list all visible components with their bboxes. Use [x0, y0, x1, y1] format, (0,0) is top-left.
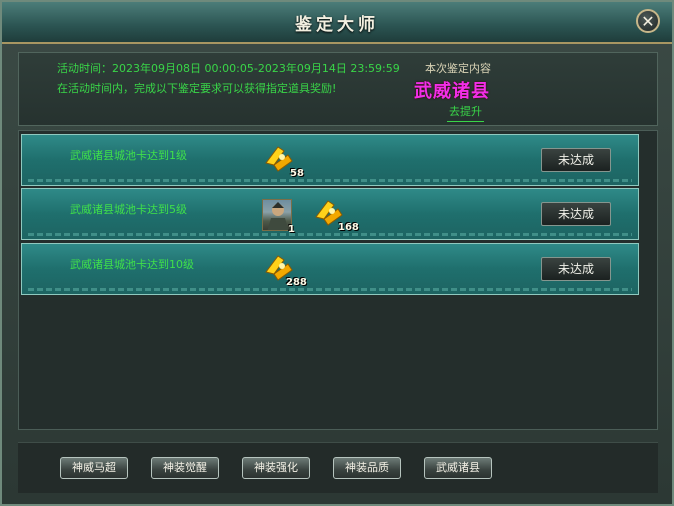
appraisal-master-window: 鉴定大师 ✕ 活动时间：2023年09月08日 00:00:05-2023年09… [0, 0, 674, 506]
appraisal-target-name: 武威诸县 [414, 81, 490, 102]
reward-count: 168 [338, 222, 359, 233]
close-icon[interactable]: ✕ [636, 9, 660, 33]
activity-instruction: 在活动时间内，完成以下鉴定要求可以获得指定道具奖励! [57, 82, 337, 95]
go-upgrade-link[interactable]: 去提升 [447, 103, 484, 122]
tab-equip-enhance[interactable]: 神装强化 [242, 457, 310, 479]
reward-count: 288 [286, 277, 307, 288]
tab-wuwei-county[interactable]: 武威诸县 [424, 457, 492, 479]
task-row: 武威诸县城池卡达到10级 288 未达成 [21, 243, 639, 295]
task-row: 武威诸县城池卡达到1级 58 未达成 [21, 134, 639, 186]
reward-count: 58 [290, 168, 304, 179]
footer-tabs: 神威马超 神装觉醒 神装强化 神装品质 武威诸县 [18, 442, 658, 493]
title-bar: 鉴定大师 ✕ [2, 2, 672, 44]
tab-equip-awaken[interactable]: 神装觉醒 [151, 457, 219, 479]
status-button[interactable]: 未达成 [541, 202, 611, 226]
window-title: 鉴定大师 [295, 15, 379, 35]
tab-equip-quality[interactable]: 神装品质 [333, 457, 401, 479]
reward-count: 1 [288, 224, 295, 235]
task-description: 武威诸县城池卡达到10级 [70, 258, 194, 271]
task-row: 武威诸县城池卡达到5级 1 168 未达成 [21, 188, 639, 240]
activity-time: 活动时间：2023年09月08日 00:00:05-2023年09月14日 23… [57, 62, 400, 75]
tab-shenwei-machao[interactable]: 神威马超 [60, 457, 128, 479]
status-button[interactable]: 未达成 [541, 257, 611, 281]
task-description: 武威诸县城池卡达到1级 [70, 149, 187, 162]
task-description: 武威诸县城池卡达到5级 [70, 203, 187, 216]
appraisal-content-label: 本次鉴定内容 [425, 62, 491, 75]
task-list: 武威诸县城池卡达到1级 58 未达成 武威诸县城池卡达到5级 1 168 未达成… [18, 130, 658, 430]
status-button[interactable]: 未达成 [541, 148, 611, 172]
activity-info-panel: 活动时间：2023年09月08日 00:00:05-2023年09月14日 23… [18, 52, 658, 126]
